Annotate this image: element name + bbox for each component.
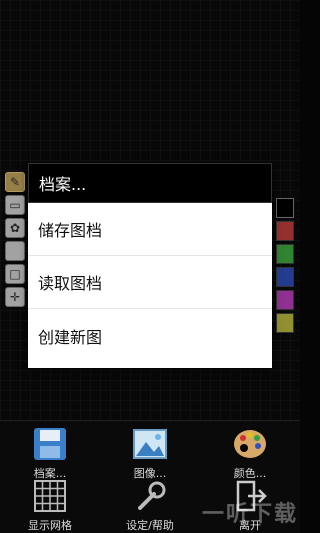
menu-item-save-image[interactable]: 储存图档 [28,203,272,256]
wrench-icon [131,477,169,515]
menu-item-new-image[interactable]: 创建新图 [28,309,272,362]
color-button[interactable]: 颜色... [205,425,295,481]
watermark-text: 一听下载 [201,502,298,527]
settings-help-button[interactable]: 设定/帮助 [105,477,195,533]
menu-item-load-image[interactable]: 读取图档 [28,256,272,309]
dialog-title: 档案... [28,163,272,203]
show-grid-button[interactable]: 显示网格 [5,477,95,533]
grid-icon [31,477,69,515]
file-button[interactable]: 档案... [5,425,95,481]
floppy-disk-icon [31,425,69,463]
file-menu-dialog: 档案... 储存图档 读取图档 创建新图 [28,163,272,368]
palette-icon [231,425,269,463]
image-icon [131,425,169,463]
image-button[interactable]: 图像... [105,425,195,481]
